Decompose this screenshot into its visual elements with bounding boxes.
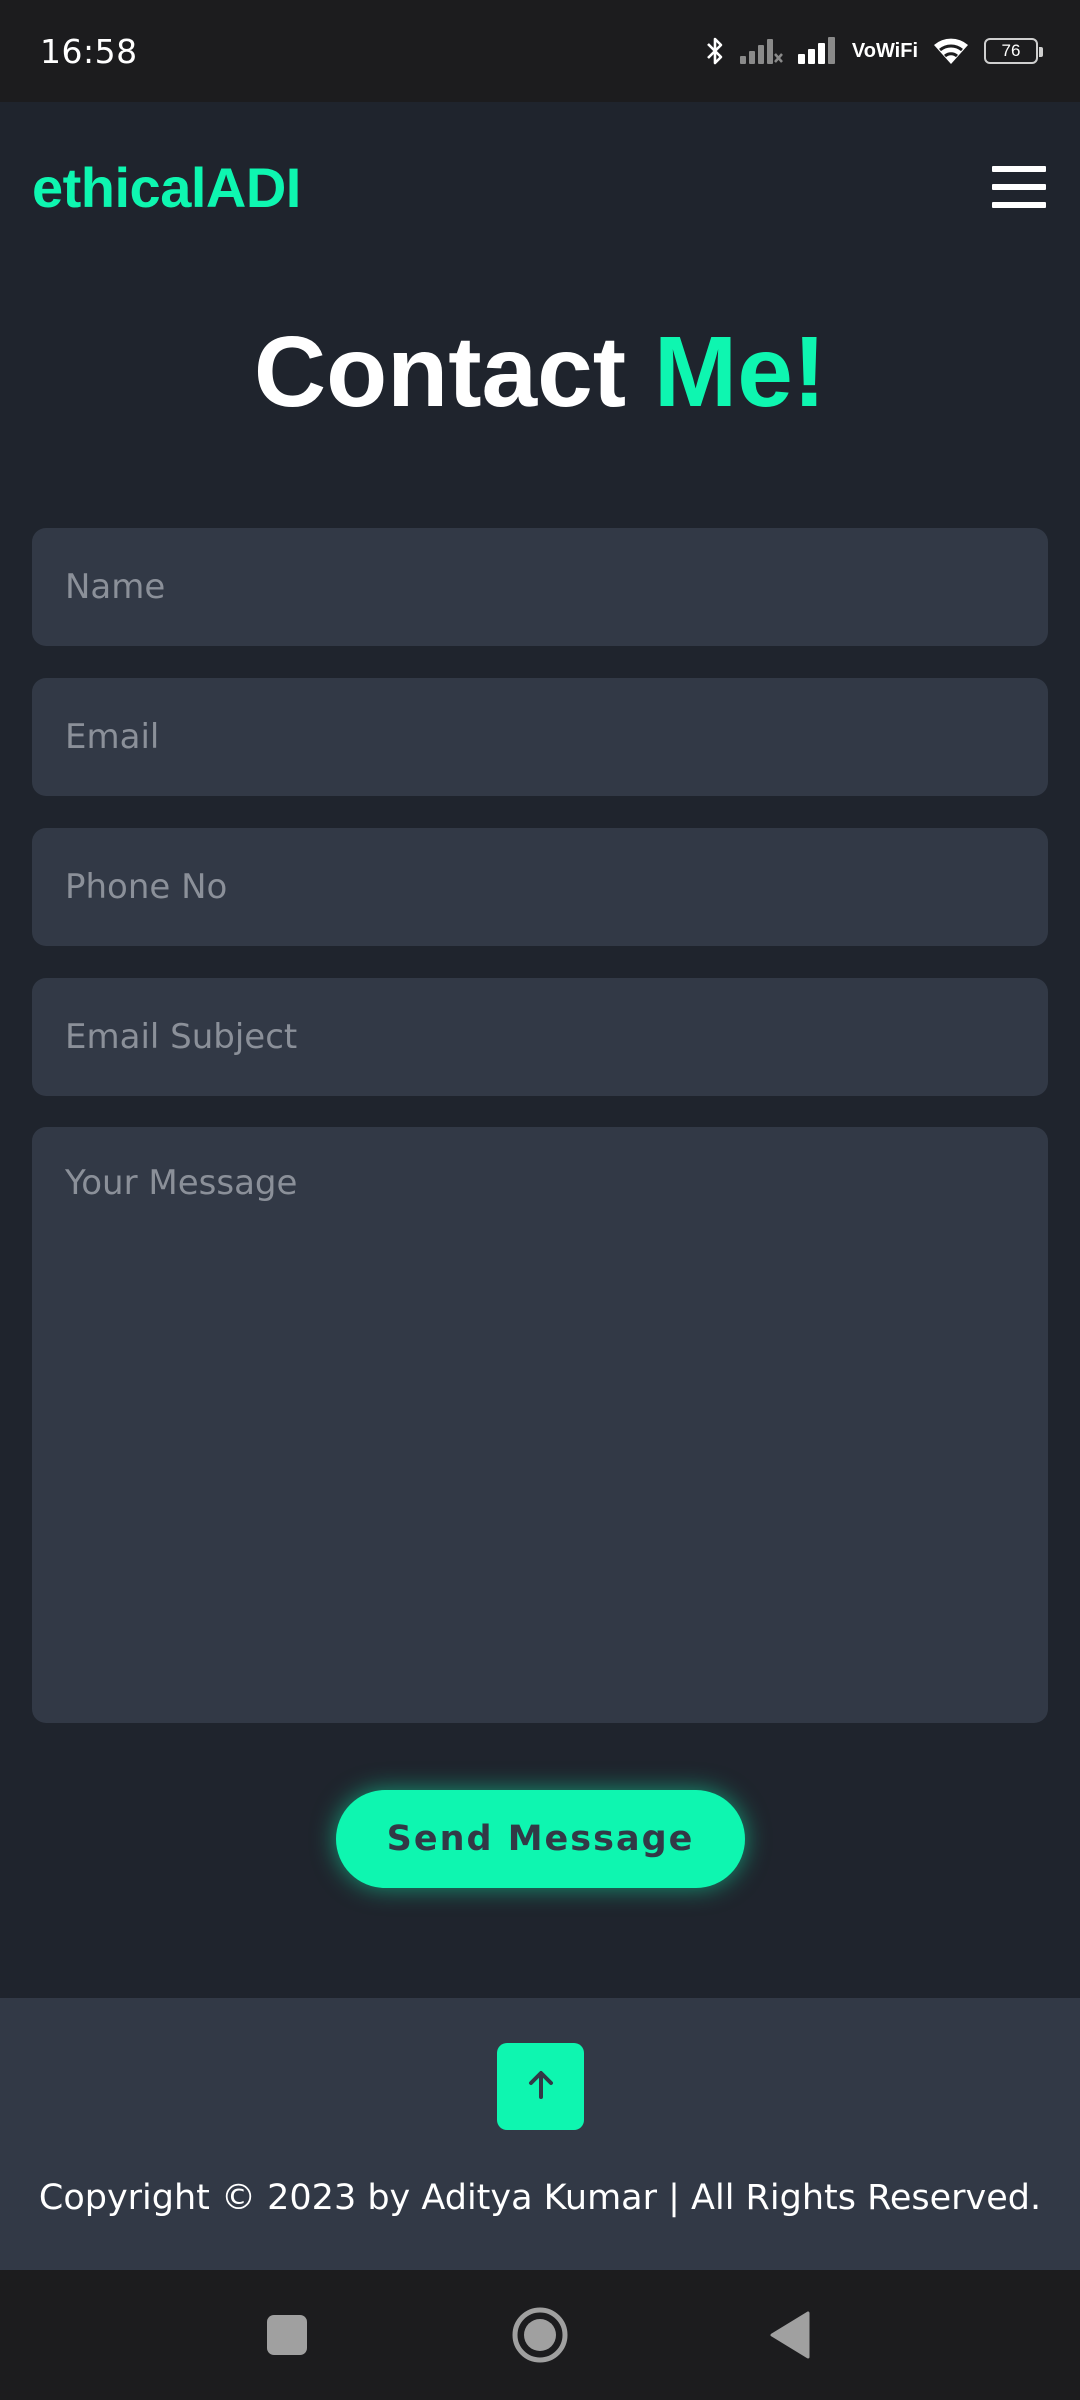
recents-square-icon[interactable] [247,2270,327,2400]
subject-input[interactable] [32,978,1048,1096]
status-icons: Vo WiFi 76 [704,35,1043,67]
status-bar: 16:58 Vo WiFi 76 [0,0,1080,102]
site-logo[interactable]: ethicalADI [32,155,301,220]
bluetooth-icon [704,35,726,67]
arrow-up-icon [524,2068,558,2106]
site-header: ethicalADI [0,102,1080,272]
scroll-top-button[interactable] [497,2043,584,2130]
home-circle-icon[interactable] [500,2270,580,2400]
menu-bar-top [992,166,1046,172]
send-message-button[interactable]: Send Message [336,1790,745,1888]
page-title-accent: Me! [653,316,827,428]
signal-sim2-icon [739,36,784,66]
menu-bar-bottom [992,202,1046,208]
name-input[interactable] [32,528,1048,646]
copyright-text: Copyright © 2023 by Aditya Kumar | All R… [38,2178,1042,2218]
hamburger-menu-icon[interactable] [992,166,1046,208]
site-footer: Copyright © 2023 by Aditya Kumar | All R… [0,1998,1080,2270]
battery-icon: 76 [984,38,1043,64]
wifi-icon [932,36,970,66]
page-title-main: Contact [253,316,627,428]
page-title: Contact Me! [0,312,1080,432]
message-textarea[interactable] [32,1127,1048,1723]
vowifi-icon: Vo WiFi [852,41,918,61]
menu-bar-middle [992,184,1046,190]
phone-input[interactable] [32,828,1048,946]
email-input[interactable] [32,678,1048,796]
back-triangle-icon[interactable] [750,2270,830,2400]
status-time: 16:58 [40,31,138,71]
vowifi-top-label: Vo [851,40,876,62]
signal-sim1-icon [797,36,838,66]
system-nav-bar [0,2270,1080,2400]
vowifi-bottom-label: WiFi [875,40,918,62]
